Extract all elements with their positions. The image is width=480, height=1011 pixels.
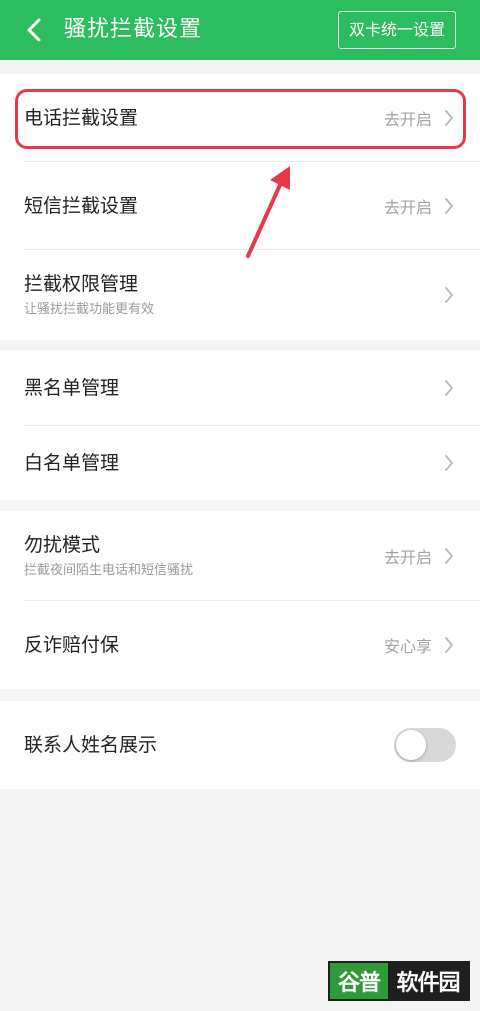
row-title: 短信拦截设置 [24,195,139,217]
contact-name-display-row: 联系人姓名展示 [0,701,480,789]
contact-name-display-toggle[interactable] [394,728,456,762]
site-watermark: 谷普 软件园 [328,961,470,1001]
row-subtitle: 拦截夜间陌生电话和短信骚扰 [24,563,194,578]
chevron-right-icon [444,454,454,472]
screen: 骚扰拦截设置 双卡统一设置 电话拦截设置 去开启 短信拦截设置 去开启 拦截权限… [0,0,480,1011]
chevron-right-icon [444,109,454,127]
annotation-arrow-icon [246,166,290,258]
row-title: 勿扰模式 [24,534,101,556]
row-title: 联系人姓名展示 [24,734,158,756]
do-not-disturb-row[interactable]: 勿扰模式 拦截夜间陌生电话和短信骚扰 去开启 [0,511,480,601]
toggle-knob [396,730,426,760]
whitelist-row[interactable]: 白名单管理 [0,426,480,500]
watermark-part2: 软件园 [388,963,468,999]
chevron-right-icon [444,547,454,565]
row-title: 黑名单管理 [24,377,120,399]
dual-card-settings-button[interactable]: 双卡统一设置 [337,11,456,49]
row-value: 去开启 [383,198,432,217]
watermark-part1: 谷普 [330,963,388,999]
back-button[interactable] [18,14,50,46]
list-management-group: 黑名单管理 白名单管理 [0,350,480,500]
call-interception-settings-row[interactable]: 电话拦截设置 去开启 [0,74,480,162]
back-arrow-icon [27,18,41,42]
anti-fraud-compensation-row[interactable]: 反诈赔付保 安心享 [0,601,480,689]
chevron-right-icon [444,286,454,304]
row-title: 白名单管理 [24,452,120,474]
row-value: 去开启 [383,110,432,129]
contact-display-group: 联系人姓名展示 [0,701,480,789]
protection-group: 勿扰模式 拦截夜间陌生电话和短信骚扰 去开启 反诈赔付保 安心享 [0,511,480,689]
row-title: 反诈赔付保 [24,634,120,656]
top-bar: 骚扰拦截设置 双卡统一设置 [0,0,480,60]
row-title: 拦截权限管理 [24,273,139,295]
chevron-right-icon [444,636,454,654]
row-value: 安心享 [383,637,432,656]
chevron-right-icon [444,379,454,397]
chevron-right-icon [444,197,454,215]
blacklist-row[interactable]: 黑名单管理 [0,350,480,426]
page-title: 骚扰拦截设置 [64,17,203,42]
row-title: 电话拦截设置 [24,107,139,129]
row-subtitle: 让骚扰拦截功能更有效 [24,302,155,317]
row-value: 去开启 [383,548,432,567]
